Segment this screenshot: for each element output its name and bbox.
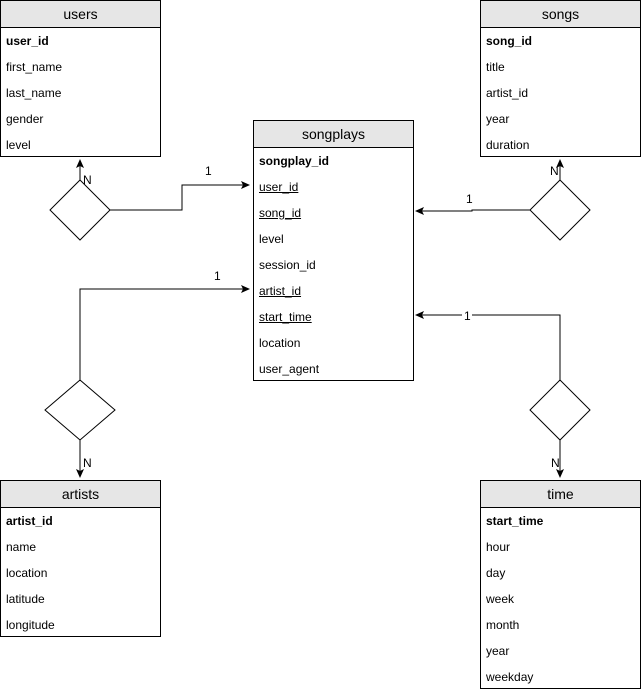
field-start-time: start_time (259, 310, 312, 324)
entity-songs[interactable]: songs song_id title artist_id year durat… (480, 0, 641, 157)
entity-title: artists (1, 481, 160, 508)
time-one-connector (415, 311, 561, 380)
field-weekday: weekday (486, 670, 534, 684)
field-week: week (486, 592, 515, 606)
field-location: location (259, 336, 301, 350)
users-many-label: N (83, 173, 92, 187)
field-latitude: latitude (6, 592, 45, 606)
field-gender: gender (6, 112, 44, 126)
entity-title: songplays (254, 121, 413, 148)
field-first-name: first_name (6, 60, 63, 74)
field-session-id: session_id (259, 258, 316, 272)
field-user-agent: user_agent (259, 362, 320, 376)
time-many-label: N (551, 456, 560, 470)
field-artist-id: artist_id (259, 284, 302, 298)
users-one-connector (110, 181, 250, 211)
field-start-time: start_time (486, 514, 544, 528)
songs-many-label: N (550, 164, 559, 178)
field-title: title (486, 60, 505, 74)
field-user-id: user_id (6, 34, 49, 48)
users-relationship-diamond (49, 179, 111, 241)
field-artist-id: artist_id (486, 86, 529, 100)
field-user-id: user_id (259, 180, 299, 194)
field-last-name: last_name (6, 86, 62, 100)
field-song-id: song_id (486, 34, 533, 48)
songs-one-connector (415, 207, 530, 215)
entity-time[interactable]: time start_time hour day week month year… (480, 480, 641, 689)
artists-one-connector (79, 285, 250, 380)
entity-songplays[interactable]: songplays songplay_id user_id song_id le… (253, 120, 414, 381)
field-level: level (6, 138, 31, 152)
songs-relationship-diamond (529, 179, 591, 241)
entity-users[interactable]: users user_id first_name last_name gende… (0, 0, 161, 157)
field-song-id: song_id (259, 206, 302, 220)
field-artist-id: artist_id (6, 514, 53, 528)
field-longitude: longitude (6, 618, 55, 632)
users-one-label: 1 (205, 164, 212, 178)
entity-title: users (1, 1, 160, 28)
field-year: year (486, 112, 510, 126)
time-one-label: 1 (464, 309, 471, 323)
field-name: name (6, 540, 37, 554)
field-month: month (486, 618, 520, 632)
entity-title: songs (481, 1, 640, 28)
field-songplay-id: songplay_id (259, 154, 330, 168)
field-duration: duration (486, 138, 530, 152)
field-location: location (6, 566, 48, 580)
time-relationship-diamond (529, 379, 591, 441)
artists-many-label: N (83, 456, 92, 470)
artists-relationship-diamond (44, 379, 116, 441)
field-year: year (486, 644, 510, 658)
songs-one-label: 1 (466, 192, 473, 206)
field-level: level (259, 232, 284, 246)
field-hour: hour (486, 540, 511, 554)
entity-artists[interactable]: artists artist_id name location latitude… (0, 480, 161, 637)
artists-one-label: 1 (214, 269, 221, 283)
entity-title: time (481, 481, 640, 508)
field-day: day (486, 566, 506, 580)
